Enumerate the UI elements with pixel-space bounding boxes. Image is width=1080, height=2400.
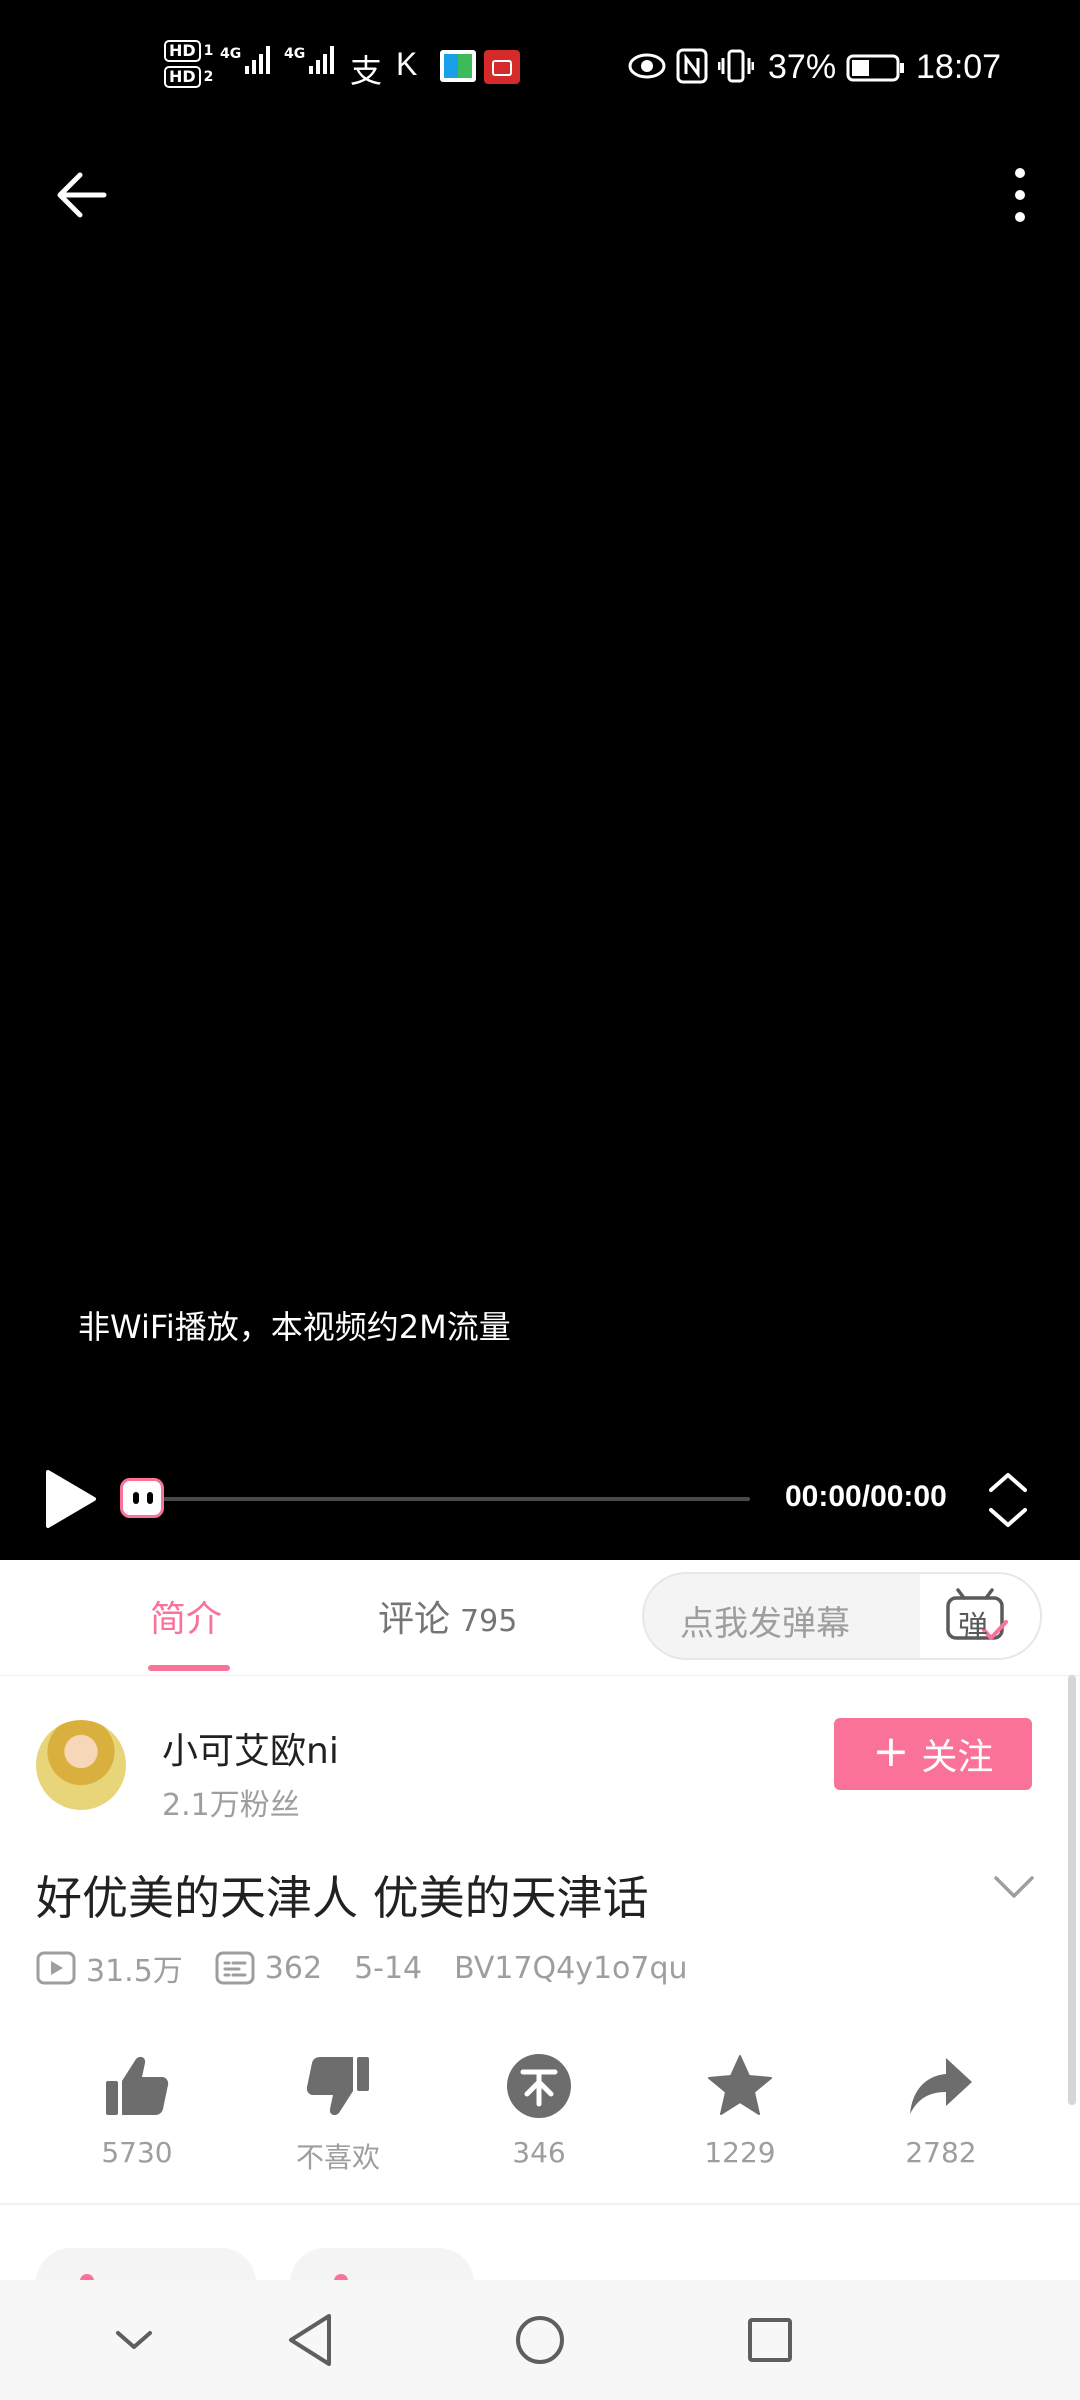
play-count-icon bbox=[36, 1951, 76, 1985]
time-display: 00:00/00:00 bbox=[785, 1480, 947, 1513]
more-options-button[interactable] bbox=[1000, 165, 1040, 225]
eye-comfort-icon bbox=[628, 52, 666, 84]
battery-icon bbox=[846, 54, 906, 86]
seek-bar[interactable] bbox=[120, 1497, 750, 1501]
nav-recents-button[interactable] bbox=[734, 2304, 806, 2376]
net2-label: 4G bbox=[284, 46, 306, 62]
tab-intro[interactable]: 简介 bbox=[150, 1590, 222, 1642]
danmaku-input-pill[interactable]: 点我发弹幕 弹 bbox=[642, 1572, 1042, 1660]
nfc-icon bbox=[676, 48, 708, 88]
play-button[interactable] bbox=[42, 1468, 98, 1530]
chevron-down-icon bbox=[116, 2331, 152, 2349]
alipay-icon: 支 bbox=[350, 53, 383, 89]
star-icon bbox=[708, 2055, 772, 2115]
uploader-avatar[interactable] bbox=[36, 1720, 126, 1810]
thumbs-up-icon bbox=[106, 2056, 169, 2115]
vibrate-icon bbox=[717, 48, 755, 88]
battery-percent: 37% bbox=[768, 48, 837, 86]
hd1-badge: HD bbox=[164, 40, 201, 62]
danmaku-count-icon bbox=[215, 1951, 255, 1985]
tab-active-indicator bbox=[148, 1665, 230, 1671]
publish-date: 5-14 bbox=[354, 1951, 422, 1986]
circle-home-icon bbox=[516, 2316, 564, 2364]
section-divider bbox=[0, 2203, 1080, 2205]
seek-thumb[interactable] bbox=[120, 1478, 164, 1518]
video-stats: 31.5万 362 5-14 BV17Q4y1o7qu bbox=[36, 1946, 720, 1990]
news-app-icon bbox=[484, 50, 520, 84]
system-nav-bar bbox=[0, 2280, 1080, 2400]
favorite-count: 1229 bbox=[704, 2136, 776, 2169]
dislike-button[interactable]: 不喜欢 bbox=[263, 2050, 413, 2176]
uploader-fans: 2.1万粉丝 bbox=[162, 1788, 300, 1823]
arrow-left-icon bbox=[57, 172, 107, 218]
map-app-icon bbox=[440, 50, 476, 82]
coin-icon bbox=[507, 2054, 571, 2118]
hd2-badge: HD bbox=[164, 66, 201, 88]
favorite-button[interactable]: 1229 bbox=[665, 2050, 815, 2169]
app-k-icon: K bbox=[396, 46, 418, 82]
play-icon bbox=[46, 1470, 96, 1528]
follow-button[interactable]: + 关注 bbox=[834, 1718, 1032, 1790]
bvid: BV17Q4y1o7qu bbox=[454, 1951, 687, 1986]
sim-indicators: HD 1 HD 2 bbox=[164, 40, 213, 88]
tab-comments-label: 评论 bbox=[378, 1599, 451, 1640]
view-count-value: 31.5万 bbox=[86, 1954, 183, 1989]
expand-description-button[interactable] bbox=[992, 1872, 1036, 1902]
danmaku-toggle-button[interactable]: 弹 bbox=[920, 1574, 1040, 1658]
tab-intro-label: 简介 bbox=[150, 1599, 223, 1640]
traffic-hint: 非WiFi播放，本视频约2M流量 bbox=[78, 1308, 511, 1346]
dislike-label: 不喜欢 bbox=[295, 2141, 380, 2174]
comments-count: 795 bbox=[460, 1604, 518, 1639]
bvid-value: BV17Q4y1o7qu bbox=[454, 1950, 688, 1986]
share-icon bbox=[910, 2058, 972, 2114]
nav-hide-button[interactable] bbox=[98, 2304, 170, 2376]
triangle-back-icon bbox=[289, 2314, 331, 2366]
publish-date-value: 5-14 bbox=[354, 1950, 423, 1986]
tab-comments[interactable]: 评论 795 bbox=[378, 1590, 517, 1642]
video-title: 好优美的天津人 优美的天津话 bbox=[36, 1871, 649, 1925]
square-recents-icon bbox=[748, 2318, 792, 2362]
danmaku-glyph: 弹 bbox=[958, 1610, 988, 1645]
nav-back-button[interactable] bbox=[274, 2304, 346, 2376]
signal-2-icon: 4G bbox=[284, 46, 335, 74]
like-button[interactable]: 5730 bbox=[62, 2050, 212, 2169]
view-count: 31.5万 bbox=[36, 1946, 183, 1990]
chevron-down-icon bbox=[994, 1876, 1034, 1898]
fullscreen-button[interactable] bbox=[985, 1470, 1031, 1530]
scroll-indicator[interactable] bbox=[1068, 1675, 1076, 2105]
net1-label: 4G bbox=[220, 46, 242, 62]
signal-1-icon: 4G bbox=[220, 46, 271, 74]
expand-icon bbox=[989, 1473, 1027, 1527]
like-count: 5730 bbox=[101, 2136, 173, 2169]
uploader-name[interactable]: 小可艾欧ni bbox=[162, 1722, 339, 1774]
clock: 18:07 bbox=[916, 48, 1002, 86]
coin-button[interactable]: 346 bbox=[464, 2050, 614, 2169]
thumbs-down-icon bbox=[306, 2057, 369, 2116]
danmaku-tv-icon: 弹 bbox=[944, 1588, 1010, 1646]
danmaku-count-value: 362 bbox=[264, 1950, 323, 1986]
coin-count: 346 bbox=[512, 2136, 566, 2169]
hd1-sub: 1 bbox=[203, 43, 214, 59]
share-button[interactable]: 2782 bbox=[866, 2050, 1016, 2169]
share-count: 2782 bbox=[905, 2136, 977, 2169]
follow-label: 关注 bbox=[921, 1737, 994, 1778]
nav-home-button[interactable] bbox=[504, 2304, 576, 2376]
more-vertical-icon bbox=[1015, 168, 1025, 222]
plus-icon: + bbox=[872, 1726, 910, 1777]
danmaku-count: 362 bbox=[215, 1951, 322, 1986]
back-button[interactable] bbox=[52, 165, 112, 225]
status-bar: HD 1 HD 2 4G 4G 支 K 37% 18:07 bbox=[0, 0, 1080, 135]
hd2-sub: 2 bbox=[203, 69, 214, 85]
danmaku-input[interactable]: 点我发弹幕 bbox=[680, 1596, 850, 1645]
